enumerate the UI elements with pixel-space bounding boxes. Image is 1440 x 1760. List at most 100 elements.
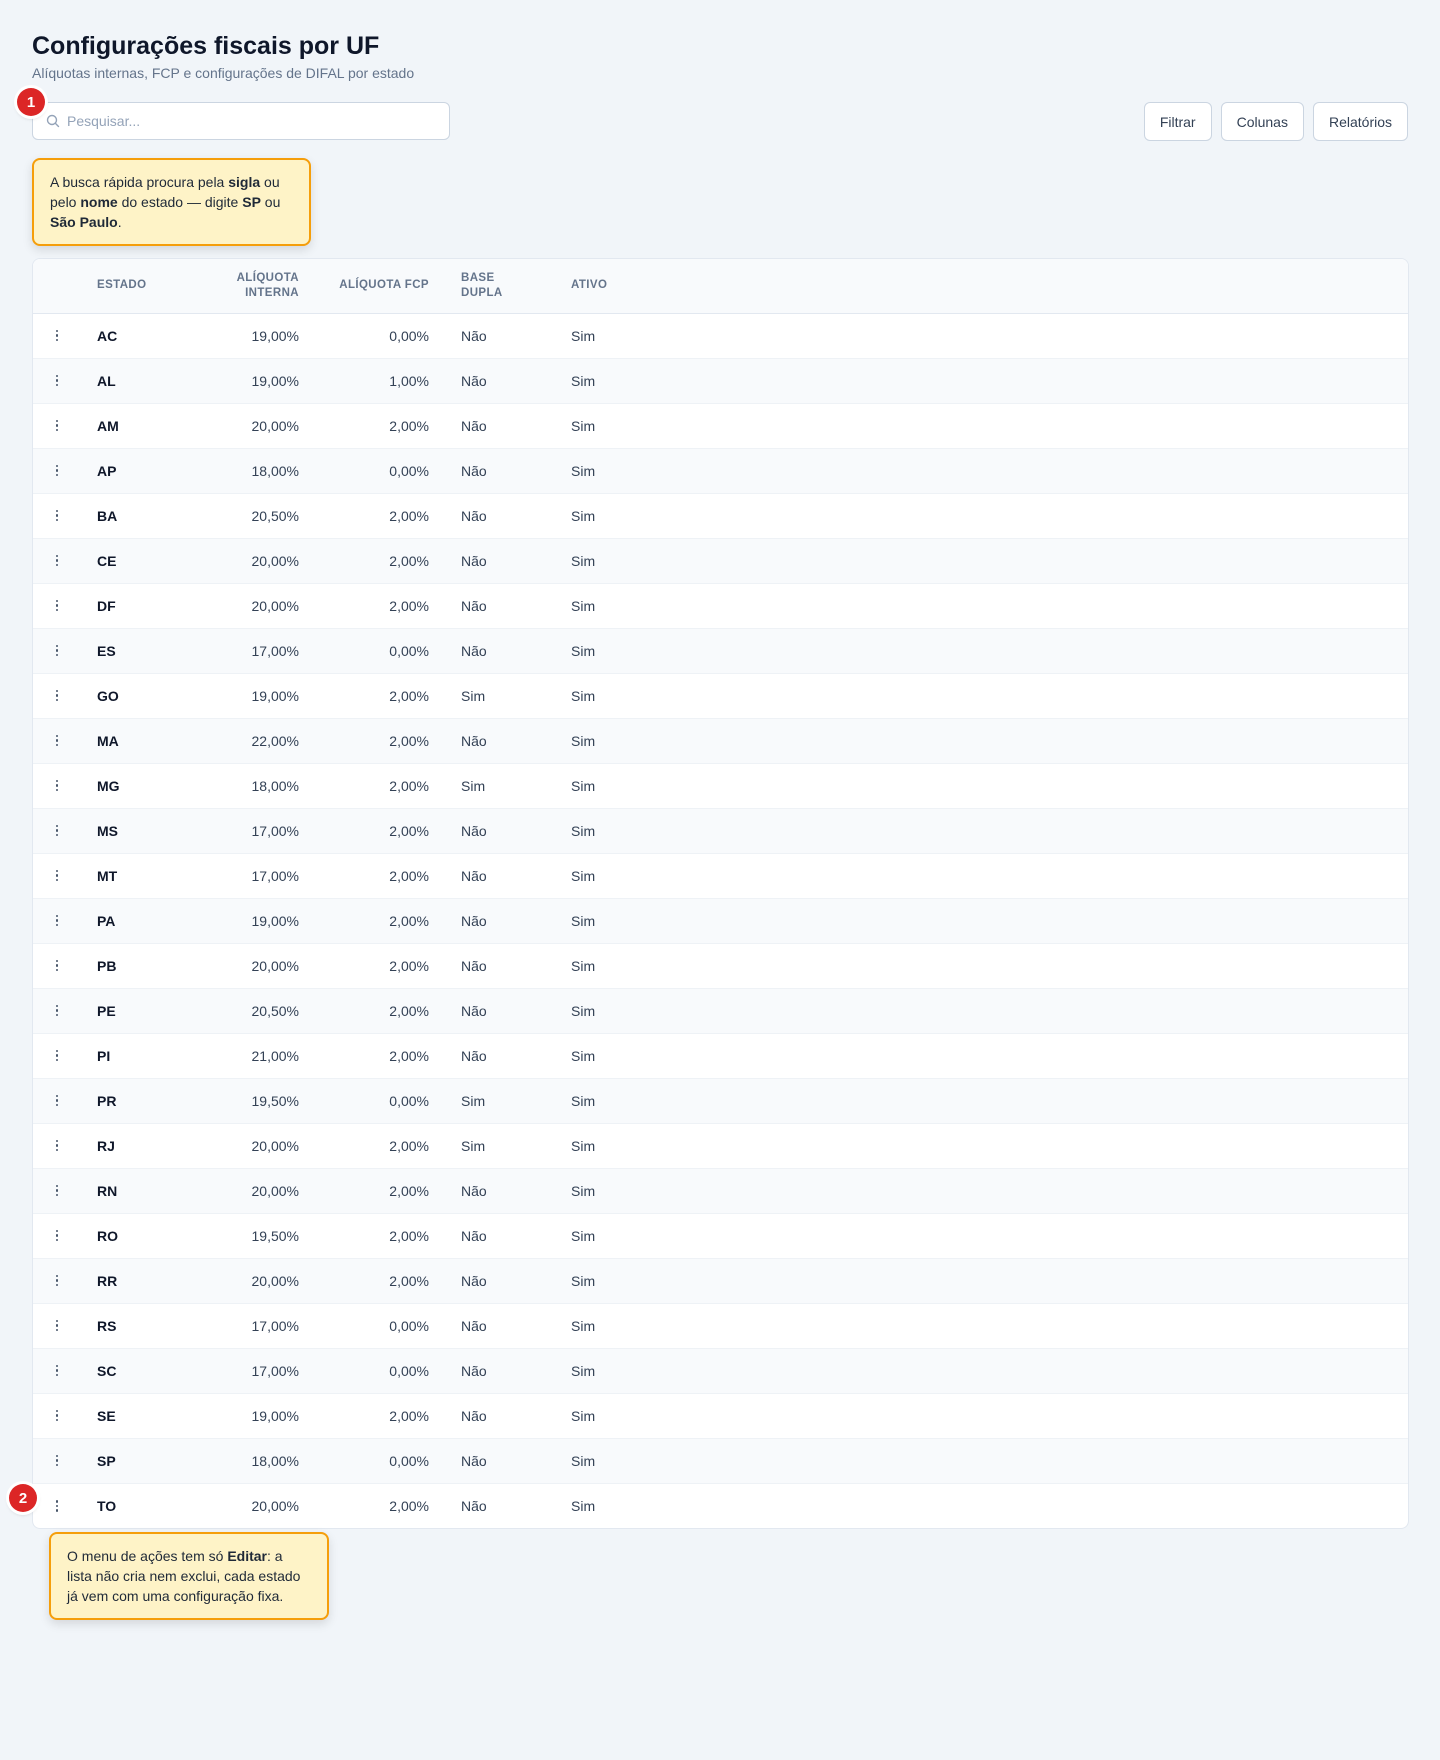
table-row: PA 19,00% 2,00% Não Sim [33,898,1408,943]
cell-ativo: Sim [571,732,596,749]
filter-button[interactable]: Filtrar [1143,102,1212,141]
cell-ativo: Sim [571,327,596,344]
table-row: SE 19,00% 2,00% Não Sim [33,1393,1408,1438]
kebab-menu-icon[interactable] [49,911,65,931]
kebab-menu-icon[interactable] [49,821,65,841]
kebab-menu-icon[interactable] [49,1451,65,1471]
table-row: AC 19,00% 0,00% Não Sim [33,313,1408,358]
cell-aliquota-fcp: 2,00% [389,1182,429,1199]
kebab-menu-icon[interactable] [49,1406,65,1426]
cell-ativo: Sim [571,1362,596,1379]
columns-button[interactable]: Colunas [1220,102,1304,141]
table-row: DF 20,00% 2,00% Não Sim [33,583,1408,628]
header-ativo[interactable]: ATIVO [571,259,1408,313]
header-aliquota-interna[interactable]: ALÍQUOTA INTERNA [207,259,299,313]
cell-uf: MT [97,867,118,884]
table-row: MS 17,00% 2,00% Não Sim [33,808,1408,853]
cell-uf: SP [97,1452,116,1469]
row-actions-cell [33,898,97,943]
cell-aliquota-interna: 17,00% [251,1362,299,1379]
cell-uf: RO [97,1227,118,1244]
kebab-menu-icon[interactable] [49,506,65,526]
kebab-menu-icon[interactable] [49,1226,65,1246]
row-actions-cell [33,628,97,673]
kebab-menu-icon[interactable] [49,686,65,706]
cell-base-dupla: Não [461,732,487,749]
cell-aliquota-fcp: 2,00% [389,1002,429,1019]
cell-aliquota-fcp: 2,00% [389,912,429,929]
cell-uf: TO [97,1497,117,1514]
cell-uf: BA [97,507,118,524]
kebab-menu-icon[interactable] [49,326,65,346]
cell-ativo: Sim [571,867,596,884]
kebab-menu-icon[interactable] [49,371,65,391]
table-row: PE 20,50% 2,00% Não Sim [33,988,1408,1033]
kebab-menu-icon[interactable] [49,641,65,661]
header-aliquota-fcp[interactable]: ALÍQUOTA FCP [299,259,429,313]
cell-aliquota-fcp: 0,00% [389,1452,429,1469]
kebab-menu-icon[interactable] [49,1361,65,1381]
row-actions-cell [33,1123,97,1168]
cell-ativo: Sim [571,1407,596,1424]
cell-aliquota-fcp: 0,00% [389,1317,429,1334]
kebab-menu-icon[interactable] [49,1316,65,1336]
cell-aliquota-interna: 17,00% [251,1317,299,1334]
cell-ativo: Sim [571,462,596,479]
kebab-menu-icon[interactable] [49,1181,65,1201]
cell-ativo: Sim [571,642,596,659]
table-row: SP 18,00% 0,00% Não Sim [33,1438,1408,1483]
cell-aliquota-fcp: 2,00% [389,957,429,974]
cell-uf: MG [97,777,120,794]
cell-aliquota-fcp: 2,00% [389,822,429,839]
kebab-menu-icon[interactable] [49,1496,65,1516]
kebab-menu-icon[interactable] [49,551,65,571]
cell-uf: DF [97,597,116,614]
cell-uf: RS [97,1317,117,1334]
cell-base-dupla: Não [461,912,487,929]
kebab-menu-icon[interactable] [49,1046,65,1066]
header-actions [33,259,97,313]
cell-uf: PA [97,912,116,929]
kebab-menu-icon[interactable] [49,1091,65,1111]
table-row: RN 20,00% 2,00% Não Sim [33,1168,1408,1213]
cell-ativo: Sim [571,777,596,794]
row-actions-cell [33,538,97,583]
row-actions-cell [33,1033,97,1078]
search-input[interactable] [67,113,449,129]
kebab-menu-icon[interactable] [49,956,65,976]
kebab-menu-icon[interactable] [49,596,65,616]
cell-aliquota-fcp: 0,00% [389,1092,429,1109]
table-row: ES 17,00% 0,00% Não Sim [33,628,1408,673]
kebab-menu-icon[interactable] [49,776,65,796]
kebab-menu-icon[interactable] [49,1136,65,1156]
cell-base-dupla: Não [461,597,487,614]
search-box[interactable] [32,102,450,140]
kebab-menu-icon[interactable] [49,461,65,481]
header-base-dupla[interactable]: BASE DUPLA [461,259,571,313]
cell-uf: PE [97,1002,116,1019]
kebab-menu-icon[interactable] [49,731,65,751]
row-actions-cell [33,763,97,808]
reports-button[interactable]: Relatórios [1312,102,1408,141]
table-row: AM 20,00% 2,00% Não Sim [33,403,1408,448]
kebab-menu-icon[interactable] [49,1271,65,1291]
cell-uf: AP [97,462,117,479]
cell-base-dupla: Não [461,822,487,839]
annotation-tip-search: A busca rápida procura pela sigla ou pel… [32,158,311,246]
cell-base-dupla: Não [461,1407,487,1424]
kebab-menu-icon[interactable] [49,416,65,436]
kebab-menu-icon[interactable] [49,866,65,886]
cell-aliquota-fcp: 2,00% [389,1137,429,1154]
cell-aliquota-fcp: 2,00% [389,777,429,794]
cell-base-dupla: Sim [461,777,486,794]
cell-base-dupla: Não [461,1002,487,1019]
row-actions-cell [33,718,97,763]
cell-base-dupla: Não [461,462,487,479]
header-estado[interactable]: ESTADO [97,259,207,313]
row-actions-cell [33,1438,97,1483]
table-row: AP 18,00% 0,00% Não Sim [33,448,1408,493]
cell-aliquota-interna: 18,00% [251,462,299,479]
row-actions-cell [33,808,97,853]
kebab-menu-icon[interactable] [49,1001,65,1021]
row-actions-cell [33,988,97,1033]
